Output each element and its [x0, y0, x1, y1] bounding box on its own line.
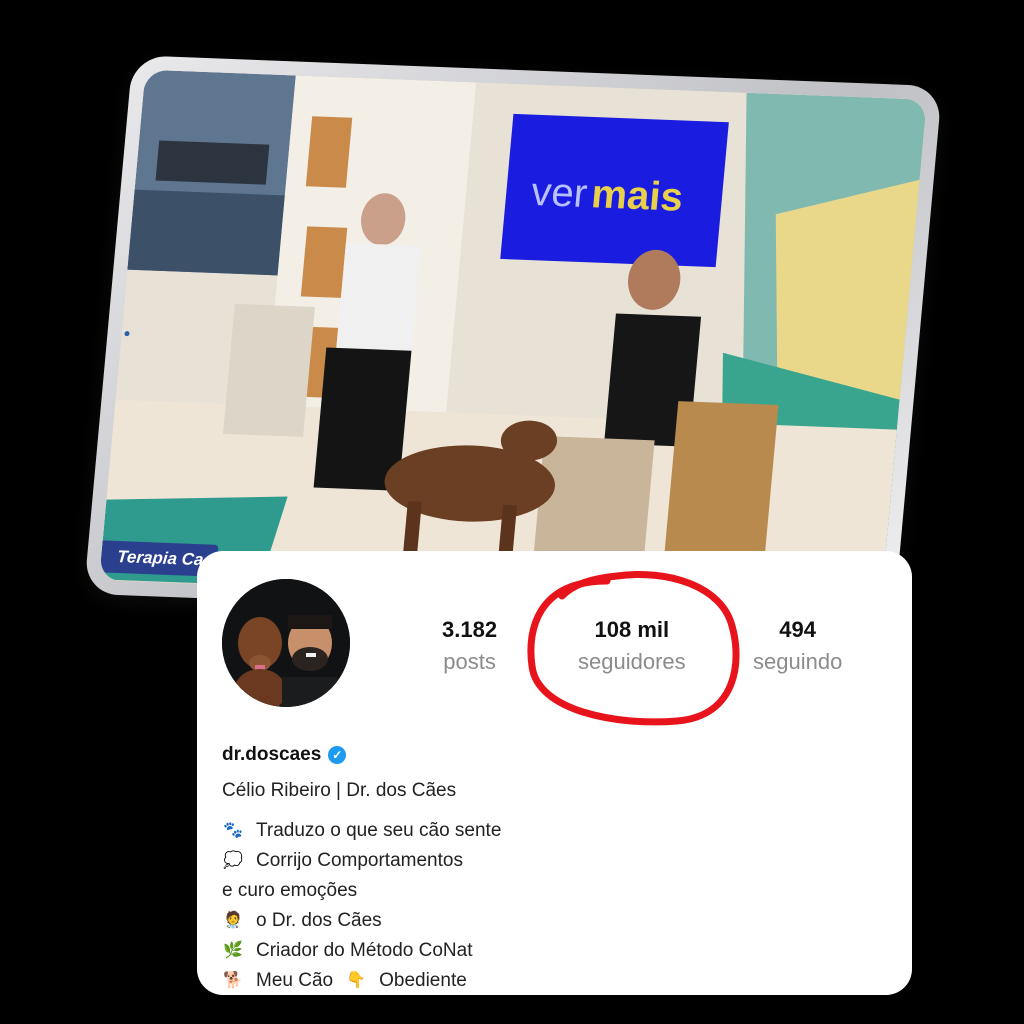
- stat-following[interactable]: 494 seguindo: [753, 617, 842, 675]
- stat-posts-label: posts: [443, 649, 496, 674]
- stat-following-value: 494: [779, 617, 817, 642]
- svg-text:mais: mais: [590, 171, 685, 219]
- speech-bubble-icon: 💭: [223, 852, 243, 869]
- bio-text: e curo emoções: [222, 880, 358, 901]
- avatar-image: [222, 579, 350, 707]
- avatar[interactable]: [222, 579, 350, 707]
- stat-followers-label: seguidores: [578, 649, 686, 674]
- tablet-screen: ver mais Terapia Ca: [99, 69, 927, 611]
- profile-card: 3.182 posts 108 mil seguidores 494 segui…: [197, 551, 912, 995]
- stat-posts-value: 3.182: [442, 617, 498, 642]
- bio-line: 🌿 Criador do Método CoNat: [222, 936, 501, 966]
- stat-posts[interactable]: 3.182 posts: [442, 617, 497, 675]
- verified-badge-icon: ✓: [328, 746, 347, 764]
- bio-line: 🧑‍⚕️ o Dr. dos Cães: [222, 906, 501, 936]
- herb-icon: 🌿: [223, 942, 243, 959]
- username-text: dr.doscaes: [222, 744, 322, 765]
- bio-line: 🐾 Traduzo o que seu cão sente: [222, 816, 501, 846]
- bio-line: 💭 Corrijo Comportamentos: [222, 846, 501, 876]
- stat-followers[interactable]: 108 mil seguidores: [578, 617, 686, 675]
- svg-text:ver: ver: [529, 169, 589, 216]
- bio-text: o Dr. dos Cães: [256, 910, 382, 931]
- bio-text-extra: Obediente: [379, 970, 467, 991]
- bio-text: Corrijo Comportamentos: [256, 850, 463, 871]
- bio-line: 🐕 Meu Cão 👇 Obediente: [222, 966, 501, 995]
- tv-studio-scene: ver mais: [99, 69, 927, 610]
- tablet-device: ver mais Terapia Ca: [83, 55, 943, 625]
- paw-prints-icon: 🐾: [223, 822, 243, 839]
- doctor-icon: 🧑‍⚕️: [223, 912, 243, 929]
- stat-following-label: seguindo: [753, 649, 843, 674]
- bio-text: Criador do Método CoNat: [256, 940, 473, 961]
- profile-username: dr.doscaes ✓: [222, 744, 347, 766]
- bio-line: e curo emoções: [222, 876, 501, 906]
- pointing-down-icon: 👇: [346, 972, 367, 989]
- bio-text: Traduzo o que seu cão sente: [256, 820, 502, 841]
- dog-icon: 🐕: [223, 972, 243, 989]
- bio-text: Meu Cão: [256, 970, 334, 991]
- stat-followers-value: 108 mil: [594, 617, 670, 642]
- profile-full-name: Célio Ribeiro | Dr. dos Cães: [222, 780, 457, 801]
- profile-bio: 🐾 Traduzo o que seu cão sente 💭 Corrijo …: [222, 816, 501, 995]
